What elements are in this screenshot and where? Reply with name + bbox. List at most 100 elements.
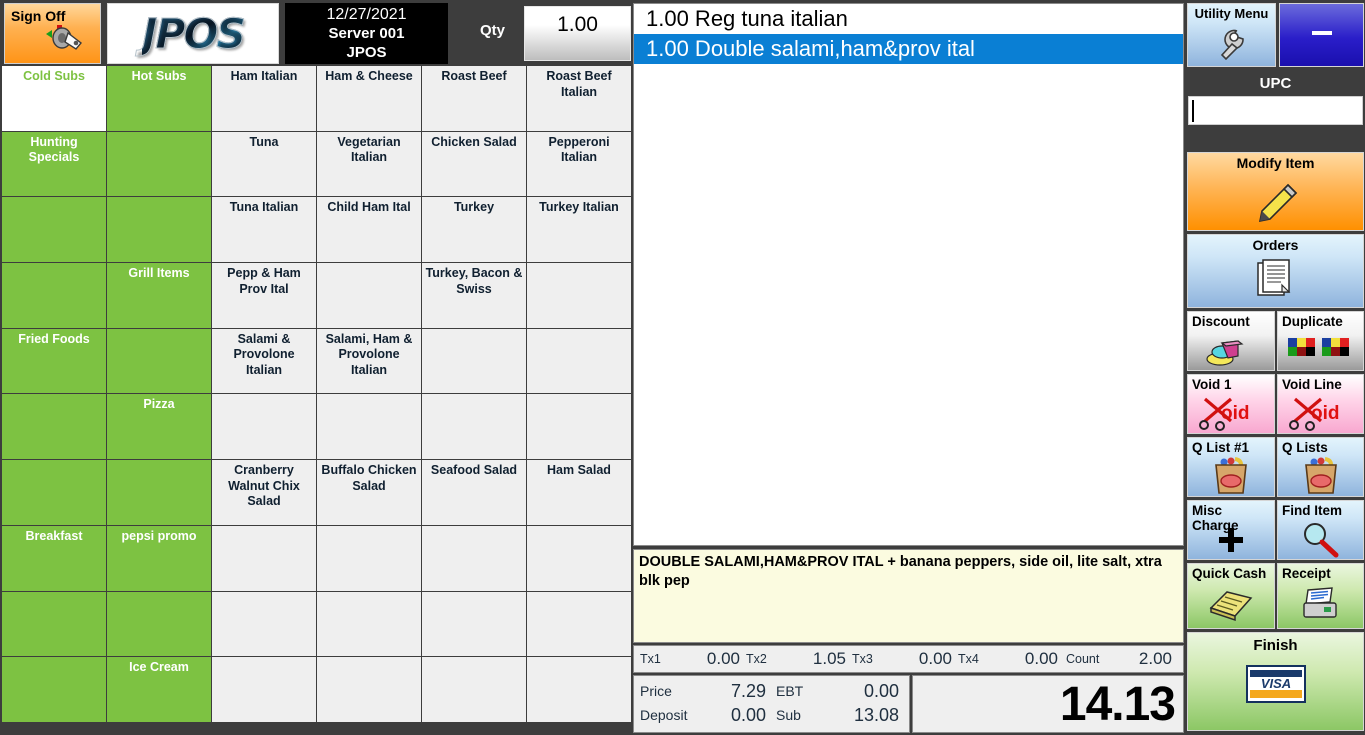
receipt-button[interactable]: Receipt bbox=[1277, 563, 1364, 629]
product-button-pepp-ham-prov-ital[interactable]: Pepp & Ham Prov Ital bbox=[211, 262, 317, 329]
tx2-value: 1.05 bbox=[812, 649, 846, 668]
product-button-salami-ham-provolone-italian[interactable]: Salami, Ham & Provolone Italian bbox=[316, 327, 422, 395]
category-button-hunting-specials[interactable]: Hunting Specials bbox=[1, 130, 107, 198]
q-list-1-label: Q List #1 bbox=[1192, 440, 1250, 455]
product-button-empty[interactable] bbox=[316, 393, 422, 461]
category-button-empty[interactable] bbox=[1, 459, 107, 526]
product-button-empty[interactable] bbox=[211, 393, 317, 461]
minimize-button[interactable] bbox=[1279, 3, 1364, 67]
category-button-breakfast[interactable]: Breakfast bbox=[1, 524, 107, 592]
product-button-turkey-italian[interactable]: Turkey Italian bbox=[526, 196, 632, 264]
product-button-tuna[interactable]: Tuna bbox=[211, 130, 317, 198]
product-button-vegetarian-italian[interactable]: Vegetarian Italian bbox=[316, 130, 422, 198]
void-line-button[interactable]: Void Line oid bbox=[1277, 374, 1364, 434]
discount-button[interactable]: Discount bbox=[1187, 311, 1275, 371]
product-button-empty[interactable] bbox=[316, 590, 422, 658]
product-button-buffalo-chicken-salad[interactable]: Buffalo Chicken Salad bbox=[316, 459, 422, 526]
receipt-line-item[interactable]: 1.00 Reg tuna italian bbox=[634, 4, 1183, 34]
product-button-child-ham-ital[interactable]: Child Ham Ital bbox=[316, 196, 422, 264]
sign-off-button[interactable]: Sign Off bbox=[4, 3, 101, 64]
product-button-cranberry-walnut-chix-salad[interactable]: Cranberry Walnut Chix Salad bbox=[211, 459, 317, 526]
product-button-empty[interactable] bbox=[211, 656, 317, 723]
category-button-empty[interactable] bbox=[1, 656, 107, 723]
orders-button[interactable]: Orders bbox=[1187, 234, 1364, 308]
receipt-line-item[interactable]: 1.00 Double salami,ham&prov ital bbox=[634, 34, 1183, 64]
quick-cash-button[interactable]: Quick Cash bbox=[1187, 563, 1275, 629]
product-button-empty[interactable] bbox=[526, 262, 632, 329]
plus-icon bbox=[1188, 525, 1274, 555]
utility-menu-button[interactable]: Utility Menu bbox=[1187, 3, 1276, 67]
q-list-1-button[interactable]: Q List #1 bbox=[1187, 437, 1275, 497]
category-button-empty[interactable] bbox=[106, 590, 212, 658]
category-button-empty[interactable] bbox=[1, 393, 107, 461]
category-button-ice-cream[interactable]: Ice Cream bbox=[106, 656, 212, 723]
category-button-pepsi-promo[interactable]: pepsi promo bbox=[106, 524, 212, 592]
svg-text:VISA: VISA bbox=[1260, 676, 1290, 691]
product-button-empty[interactable] bbox=[421, 590, 527, 658]
product-button-ham-italian[interactable]: Ham Italian bbox=[211, 65, 317, 132]
qty-input[interactable]: 1.00 bbox=[524, 6, 631, 61]
void-1-label: Void 1 bbox=[1192, 377, 1232, 392]
product-button-tuna-italian[interactable]: Tuna Italian bbox=[211, 196, 317, 264]
product-button-empty[interactable] bbox=[421, 656, 527, 723]
category-button-empty[interactable] bbox=[1, 262, 107, 329]
product-button-empty[interactable] bbox=[526, 393, 632, 461]
category-button-fried-foods[interactable]: Fried Foods bbox=[1, 327, 107, 395]
product-button-empty[interactable] bbox=[316, 262, 422, 329]
product-button-chicken-salad[interactable]: Chicken Salad bbox=[421, 130, 527, 198]
product-button-empty[interactable] bbox=[421, 393, 527, 461]
category-button-cold-subs[interactable]: Cold Subs bbox=[1, 65, 107, 132]
transaction-item-list[interactable]: 1.00 Reg tuna italian 1.00 Double salami,… bbox=[633, 3, 1184, 546]
product-button-empty[interactable] bbox=[526, 327, 632, 395]
product-button-ham-salad[interactable]: Ham Salad bbox=[526, 459, 632, 526]
q-lists-button[interactable]: Q Lists bbox=[1277, 437, 1364, 497]
price-label: Price bbox=[640, 683, 672, 699]
product-button-empty[interactable] bbox=[316, 524, 422, 592]
utility-menu-label: Utility Menu bbox=[1194, 6, 1269, 21]
tx1-value: 0.00 bbox=[706, 649, 740, 668]
misc-charge-button[interactable]: Misc Charge bbox=[1187, 500, 1275, 560]
product-button-empty[interactable] bbox=[421, 524, 527, 592]
product-button-empty[interactable] bbox=[316, 656, 422, 723]
finish-button[interactable]: Finish VISA bbox=[1187, 632, 1364, 731]
product-button-empty[interactable] bbox=[421, 327, 527, 395]
product-button-empty[interactable] bbox=[526, 656, 632, 723]
product-button-empty[interactable] bbox=[211, 524, 317, 592]
category-button-empty[interactable] bbox=[106, 130, 212, 198]
item-modifier-display: DOUBLE SALAMI,HAM&PROV ITAL + banana pep… bbox=[633, 549, 1184, 643]
product-button-roast-beef[interactable]: Roast Beef bbox=[421, 65, 527, 132]
tax-summary-row: Tx1 0.00 Tx2 1.05 Tx3 0.00 Tx4 0.00 Coun… bbox=[633, 645, 1184, 673]
product-button-empty[interactable] bbox=[211, 590, 317, 658]
ebt-value: 0.00 bbox=[863, 681, 899, 701]
category-button-empty[interactable] bbox=[1, 196, 107, 264]
product-button-seafood-salad[interactable]: Seafood Salad bbox=[421, 459, 527, 526]
find-item-button[interactable]: Find Item bbox=[1277, 500, 1364, 560]
qty-label: Qty bbox=[480, 22, 506, 39]
category-button-empty[interactable] bbox=[106, 327, 212, 395]
quick-cash-label: Quick Cash bbox=[1192, 566, 1267, 581]
void-1-button[interactable]: Void 1 oid bbox=[1187, 374, 1275, 434]
product-button-turkey-bacon-swiss[interactable]: Turkey, Bacon & Swiss bbox=[421, 262, 527, 329]
product-button-ham-cheese[interactable]: Ham & Cheese bbox=[316, 65, 422, 132]
modify-item-button[interactable]: Modify Item bbox=[1187, 152, 1364, 231]
category-button-empty[interactable] bbox=[106, 196, 212, 264]
product-button-roast-beef-italian[interactable]: Roast Beef Italian bbox=[526, 65, 632, 132]
scissors-void-icon: oid bbox=[1188, 395, 1274, 433]
product-button-pepperoni-italian[interactable]: Pepperoni Italian bbox=[526, 130, 632, 198]
category-button-grill-items[interactable]: Grill Items bbox=[106, 262, 212, 329]
magnifier-icon bbox=[1278, 521, 1363, 559]
logo-wordmark: JPOS bbox=[142, 9, 247, 58]
category-button-hot-subs[interactable]: Hot Subs bbox=[106, 65, 212, 132]
category-button-pizza[interactable]: Pizza bbox=[106, 393, 212, 461]
menu-grid: Cold Subs Hunting Specials Fried Foods Brea… bbox=[1, 65, 632, 733]
duplicate-button[interactable]: Duplicate bbox=[1277, 311, 1364, 371]
category-button-empty[interactable] bbox=[1, 590, 107, 658]
product-button-turkey[interactable]: Turkey bbox=[421, 196, 527, 264]
product-button-salami-provolone-italian[interactable]: Salami & Provolone Italian bbox=[211, 327, 317, 395]
upc-input[interactable] bbox=[1188, 96, 1363, 125]
category-button-empty[interactable] bbox=[106, 459, 212, 526]
date-server-display: 12/27/2021 Server 001 JPOS bbox=[285, 3, 448, 64]
product-button-empty[interactable] bbox=[526, 524, 632, 592]
product-button-empty[interactable] bbox=[526, 590, 632, 658]
totals-panel: Price 7.29 Deposit 0.00 EBT 0.00 Sub 13.… bbox=[633, 675, 1184, 733]
